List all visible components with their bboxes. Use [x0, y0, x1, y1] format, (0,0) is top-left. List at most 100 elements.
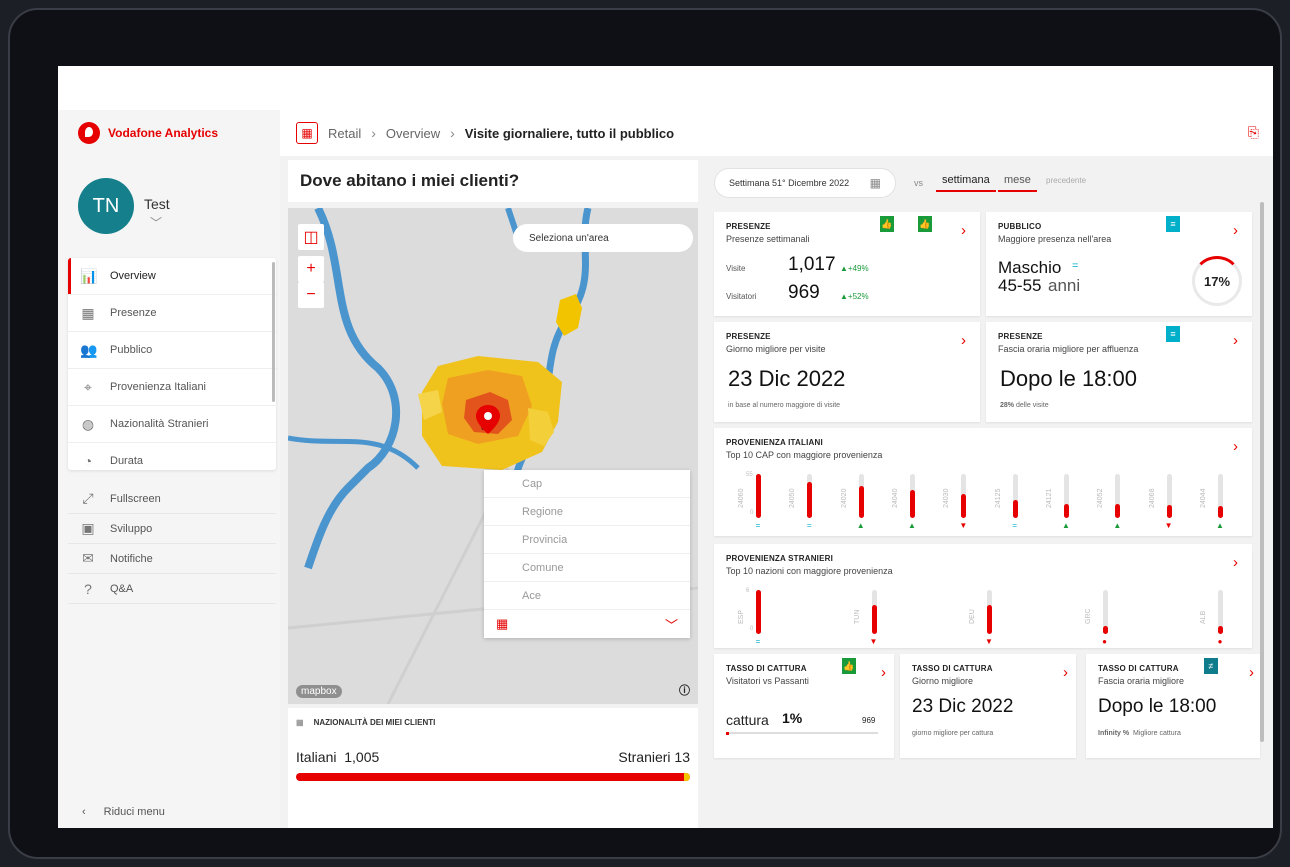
select-area-dropdown[interactable]: Seleziona un'area	[513, 224, 693, 252]
equal-trend: =	[1072, 260, 1079, 272]
breadcrumb: ▦ Retail › Overview › Visite giornaliere…	[280, 110, 1273, 156]
bar-grc[interactable]: GRC ●	[1081, 590, 1125, 648]
sidebar-item-fullscreen[interactable]: ⤢ Fullscreen	[68, 484, 276, 514]
layer-option-comune[interactable]: Comune	[484, 554, 690, 582]
capture-rate-card[interactable]: TASSO DI CATTURA Visitatori vs Passanti …	[714, 654, 894, 758]
card-subtitle: Giorno migliore per visite	[726, 344, 826, 354]
sidebar-item-q-a[interactable]: ? Q&A	[68, 574, 276, 604]
pin-route-icon: ⌖	[84, 378, 92, 395]
chevron-right-icon[interactable]: ›	[1233, 222, 1238, 239]
bar-24020[interactable]: 24020 ▲	[837, 474, 881, 532]
bar-label: 24020	[840, 488, 848, 508]
export-icon[interactable]: ⎘	[1248, 124, 1259, 141]
bar-24060[interactable]: 24060 =	[734, 474, 778, 532]
zoom-in-button[interactable]: +	[298, 256, 324, 282]
bar-label: 24125	[994, 488, 1002, 508]
bar-esp[interactable]: ESP =	[734, 590, 778, 648]
chevron-right-icon[interactable]: ›	[1249, 664, 1254, 681]
bar-label: GRC	[1084, 608, 1092, 624]
brand-logo[interactable]: Vodafone Analytics	[78, 122, 218, 144]
italian-origin-card[interactable]: PROVENIENZA ITALIANI Top 10 CAP con magg…	[714, 428, 1252, 536]
bar-fill	[756, 590, 761, 634]
customer-map[interactable]: ◫ + − Seleziona un'area Cap Regione Prov…	[288, 208, 698, 704]
bar-tun[interactable]: TUN ▼	[850, 590, 894, 648]
capture-value: 1%	[782, 710, 803, 726]
bar-label: 24030	[943, 488, 951, 508]
visits-delta: ▲+49%	[840, 264, 869, 273]
audience-card[interactable]: PUBBLICO Maggiore presenza nell'area ≡ ›…	[986, 212, 1252, 316]
chevron-down-icon[interactable]: ﹀	[150, 214, 162, 231]
mapbox-attribution[interactable]: mapbox	[296, 685, 342, 698]
q-a-icon: ?	[84, 580, 92, 597]
avatar[interactable]: TN	[78, 178, 134, 234]
best-time-card[interactable]: PRESENZE Fascia oraria migliore per affl…	[986, 322, 1252, 422]
chevron-right-icon[interactable]: ›	[1233, 554, 1238, 571]
tab-settimana[interactable]: settimana	[936, 174, 996, 192]
sidebar-item-nazionalità-stranieri[interactable]: ◍ Nazionalità Stranieri	[68, 406, 276, 443]
bar-24052[interactable]: 24052 ▲	[1093, 474, 1137, 532]
breadcrumb-retail[interactable]: Retail	[328, 126, 361, 141]
sidebar-item-durata[interactable]: ◔ Durata	[68, 443, 276, 470]
tablet-frame: Vodafone Analytics TN Test ﹀ 📊 Overview ▦ P…	[8, 8, 1282, 859]
calendar-icon: ▦	[81, 304, 95, 321]
tab-precedente[interactable]: precedente	[1046, 176, 1086, 185]
bar-24121[interactable]: 24121 ▲	[1042, 474, 1086, 532]
tab-mese[interactable]: mese	[998, 174, 1037, 192]
sidebar-item-presenze[interactable]: ▦ Presenze	[68, 295, 276, 332]
thumbs-up-icon: 👍	[880, 216, 894, 232]
collapse-menu-button[interactable]: ‹ Riduci menu	[82, 806, 165, 818]
map-layer-icon[interactable]: ◫	[298, 224, 324, 250]
card-title: PUBBLICO	[998, 222, 1042, 231]
capture-best-time-card[interactable]: TASSO DI CATTURA Fascia oraria migliore …	[1086, 654, 1260, 758]
best-day-card[interactable]: PRESENZE Giorno migliore per visite › 23…	[714, 322, 980, 422]
card-subtitle: Top 10 nazioni con maggiore provenienza	[726, 566, 893, 576]
layer-option-regione[interactable]: Regione	[484, 498, 690, 526]
italians-label: Italiani	[296, 749, 337, 765]
week-selector[interactable]: Settimana 51° Dicembre 2022 ▦	[714, 168, 896, 198]
bar-label: 24068	[1148, 488, 1156, 508]
capture-best-day-card[interactable]: TASSO DI CATTURA Giorno migliore › 23 Di…	[900, 654, 1076, 758]
capture-best-time-value: Dopo le 18:00	[1098, 696, 1217, 717]
bar-24044[interactable]: 24044 ▲	[1196, 474, 1240, 532]
bar-24068[interactable]: 24068 ▼	[1145, 474, 1189, 532]
chevron-right-icon[interactable]: ›	[961, 332, 966, 349]
capture-best-time-pct: Infinity %	[1098, 730, 1130, 737]
zoom-out-button[interactable]: −	[298, 282, 324, 308]
chevron-right-icon[interactable]: ›	[881, 664, 886, 681]
top-blank	[58, 66, 1273, 110]
sidebar-item-pubblico[interactable]: 👥 Pubblico	[68, 332, 276, 369]
layer-selector-toggle[interactable]: ▦ ﹀	[484, 610, 690, 638]
bar-24050[interactable]: 24050 =	[785, 474, 829, 532]
bar-deu[interactable]: DEU ▼	[965, 590, 1009, 648]
chevron-right-icon[interactable]: ›	[1233, 332, 1238, 349]
card-subtitle: Giorno migliore	[912, 676, 974, 686]
content-scrollbar[interactable]	[1260, 202, 1264, 742]
sidebar-item-sviluppo[interactable]: ▣ Sviluppo	[68, 514, 276, 544]
chevron-right-icon[interactable]: ›	[1233, 438, 1238, 455]
card-subtitle: Presenze settimanali	[726, 234, 810, 244]
nav-scrollbar[interactable]	[272, 262, 275, 402]
bar-fill	[1217, 506, 1223, 518]
weekly-presence-card[interactable]: PRESENZE Presenze settimanali 👍 👍 › Visi…	[714, 212, 980, 316]
apps-grid-icon[interactable]: ▦	[296, 122, 318, 144]
bar-alb[interactable]: ALB ●	[1196, 590, 1240, 648]
foreign-origin-card[interactable]: PROVENIENZA STRANIERI Top 10 nazioni con…	[714, 544, 1252, 648]
layer-option-cap[interactable]: Cap	[484, 470, 690, 498]
week-label: Settimana 51° Dicembre 2022	[729, 178, 850, 188]
info-icon[interactable]: ⓘ	[679, 682, 690, 698]
chevron-right-icon[interactable]: ›	[1063, 664, 1068, 681]
country-bar-chart: ESP = TUN ▼ DEU ▼ GRC ● ALB ●	[734, 590, 1240, 648]
foreigners-label: Stranieri	[618, 749, 671, 765]
bar-24125[interactable]: 24125 =	[991, 474, 1035, 532]
bar-24030[interactable]: 24030 ▼	[939, 474, 983, 532]
chevron-right-icon[interactable]: ›	[961, 222, 966, 239]
breadcrumb-overview[interactable]: Overview	[386, 126, 440, 141]
fullscreen-icon: ⤢	[82, 490, 94, 506]
nationality-card: ▦ NAZIONALITÀ DEI MIEI CLIENTI Italiani …	[288, 708, 698, 828]
layer-option-provincia[interactable]: Provincia	[484, 526, 690, 554]
layer-option-ace[interactable]: Ace	[484, 582, 690, 610]
bar-24040[interactable]: 24040 ▲	[888, 474, 932, 532]
sidebar-item-overview[interactable]: 📊 Overview	[68, 258, 276, 295]
sidebar-item-notifiche[interactable]: ✉ Notifiche	[68, 544, 276, 574]
sidebar-item-provenienza-italiani[interactable]: ⌖ Provenienza Italiani	[68, 369, 276, 406]
